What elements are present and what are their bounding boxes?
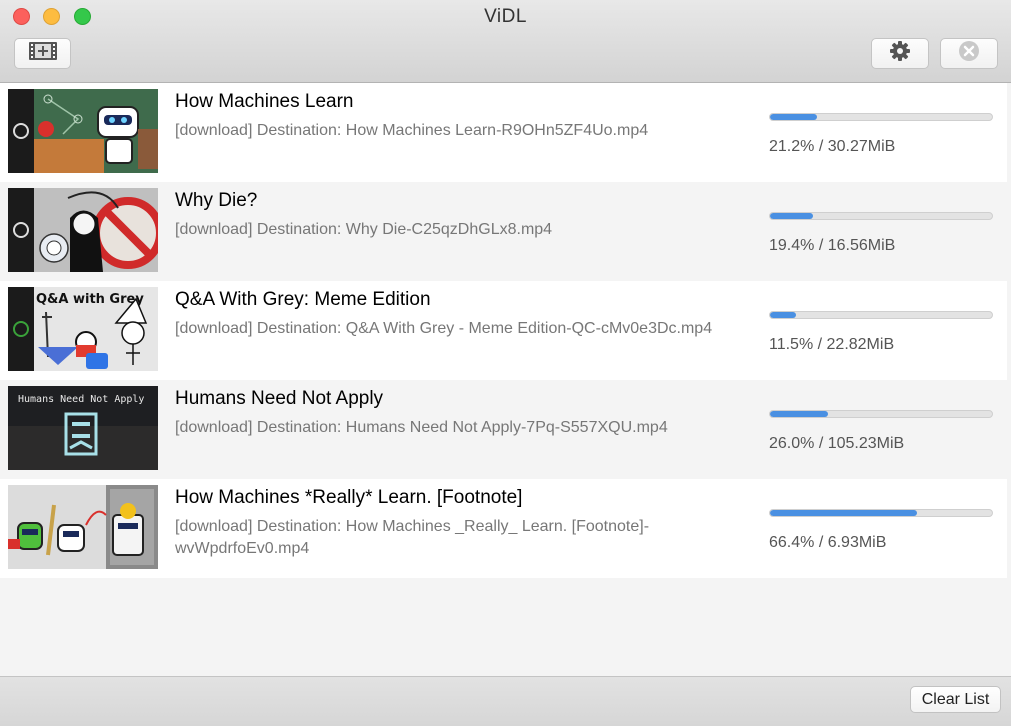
thumbnail-caption: Q&A with Grey <box>36 292 144 307</box>
titlebar: ViDL <box>0 0 1011 83</box>
progress-fill <box>770 213 814 219</box>
download-list[interactable]: How Machines Learn [download] Destinatio… <box>0 83 1011 676</box>
download-row[interactable]: Humans Need Not Apply Humans Need Not Ap… <box>0 380 1007 479</box>
bottom-bar: Clear List <box>0 676 1011 726</box>
download-row[interactable]: How Machines *Really* Learn. [Footnote] … <box>0 479 1007 578</box>
cancel-download-button[interactable] <box>940 38 998 69</box>
download-title: Humans Need Not Apply <box>175 388 384 409</box>
progress-fill <box>770 312 796 318</box>
download-progress-text: 19.4% / 16.56MiB <box>769 237 896 254</box>
robots-footnote-thumbnail <box>8 485 158 569</box>
download-destination: [download] Destination: How Machines _Re… <box>175 518 650 557</box>
download-progress-bar <box>769 311 993 319</box>
robot-teacher-thumbnail <box>8 89 158 173</box>
download-title: How Machines *Really* Learn. [Footnote] <box>175 487 523 508</box>
gear-icon <box>889 40 911 67</box>
humans-need-not-apply-thumbnail: Humans Need Not Apply <box>8 386 158 470</box>
download-progress-text: 11.5% / 22.82MiB <box>769 336 895 353</box>
download-destination: [download] Destination: Humans Need Not … <box>175 419 668 436</box>
download-row[interactable]: How Machines Learn [download] Destinatio… <box>0 83 1007 182</box>
download-progress-text: 21.2% / 30.27MiB <box>769 138 896 155</box>
progress-fill <box>770 510 918 516</box>
film-add-icon <box>28 41 58 66</box>
add-download-button[interactable] <box>14 38 71 69</box>
download-destination: [download] Destination: Why Die-C25qzDhG… <box>175 221 553 238</box>
download-progress-text: 26.0% / 105.23MiB <box>769 435 905 452</box>
progress-fill <box>770 114 818 120</box>
qa-with-grey-thumbnail: Q&A with Grey <box>8 287 158 371</box>
download-title: How Machines Learn <box>175 91 354 112</box>
download-progress-bar <box>769 509 993 517</box>
app-window: ViDL How Machines Learn [download] Desti… <box>0 0 1011 726</box>
window-title: ViDL <box>484 6 527 27</box>
thumbnail-caption: Humans Need Not Apply <box>18 394 144 405</box>
download-title: Why Die? <box>175 190 258 211</box>
download-title: Q&A With Grey: Meme Edition <box>175 289 431 310</box>
download-progress-bar <box>769 113 993 121</box>
download-destination: [download] Destination: Q&A With Grey - … <box>175 320 713 337</box>
download-row[interactable]: Q&A with Grey Q&A With Grey: Meme Editio… <box>0 281 1007 380</box>
cancel-circle-icon <box>958 40 980 67</box>
clear-list-button[interactable]: Clear List <box>910 686 1001 713</box>
settings-button[interactable] <box>871 38 929 69</box>
download-progress-text: 66.4% / 6.93MiB <box>769 534 887 551</box>
progress-fill <box>770 411 828 417</box>
download-progress-bar <box>769 212 993 220</box>
download-destination: [download] Destination: How Machines Lea… <box>175 122 649 139</box>
download-progress-bar <box>769 410 993 418</box>
grim-reaper-thumbnail <box>8 188 158 272</box>
download-row[interactable]: Why Die? [download] Destination: Why Die… <box>0 182 1007 281</box>
